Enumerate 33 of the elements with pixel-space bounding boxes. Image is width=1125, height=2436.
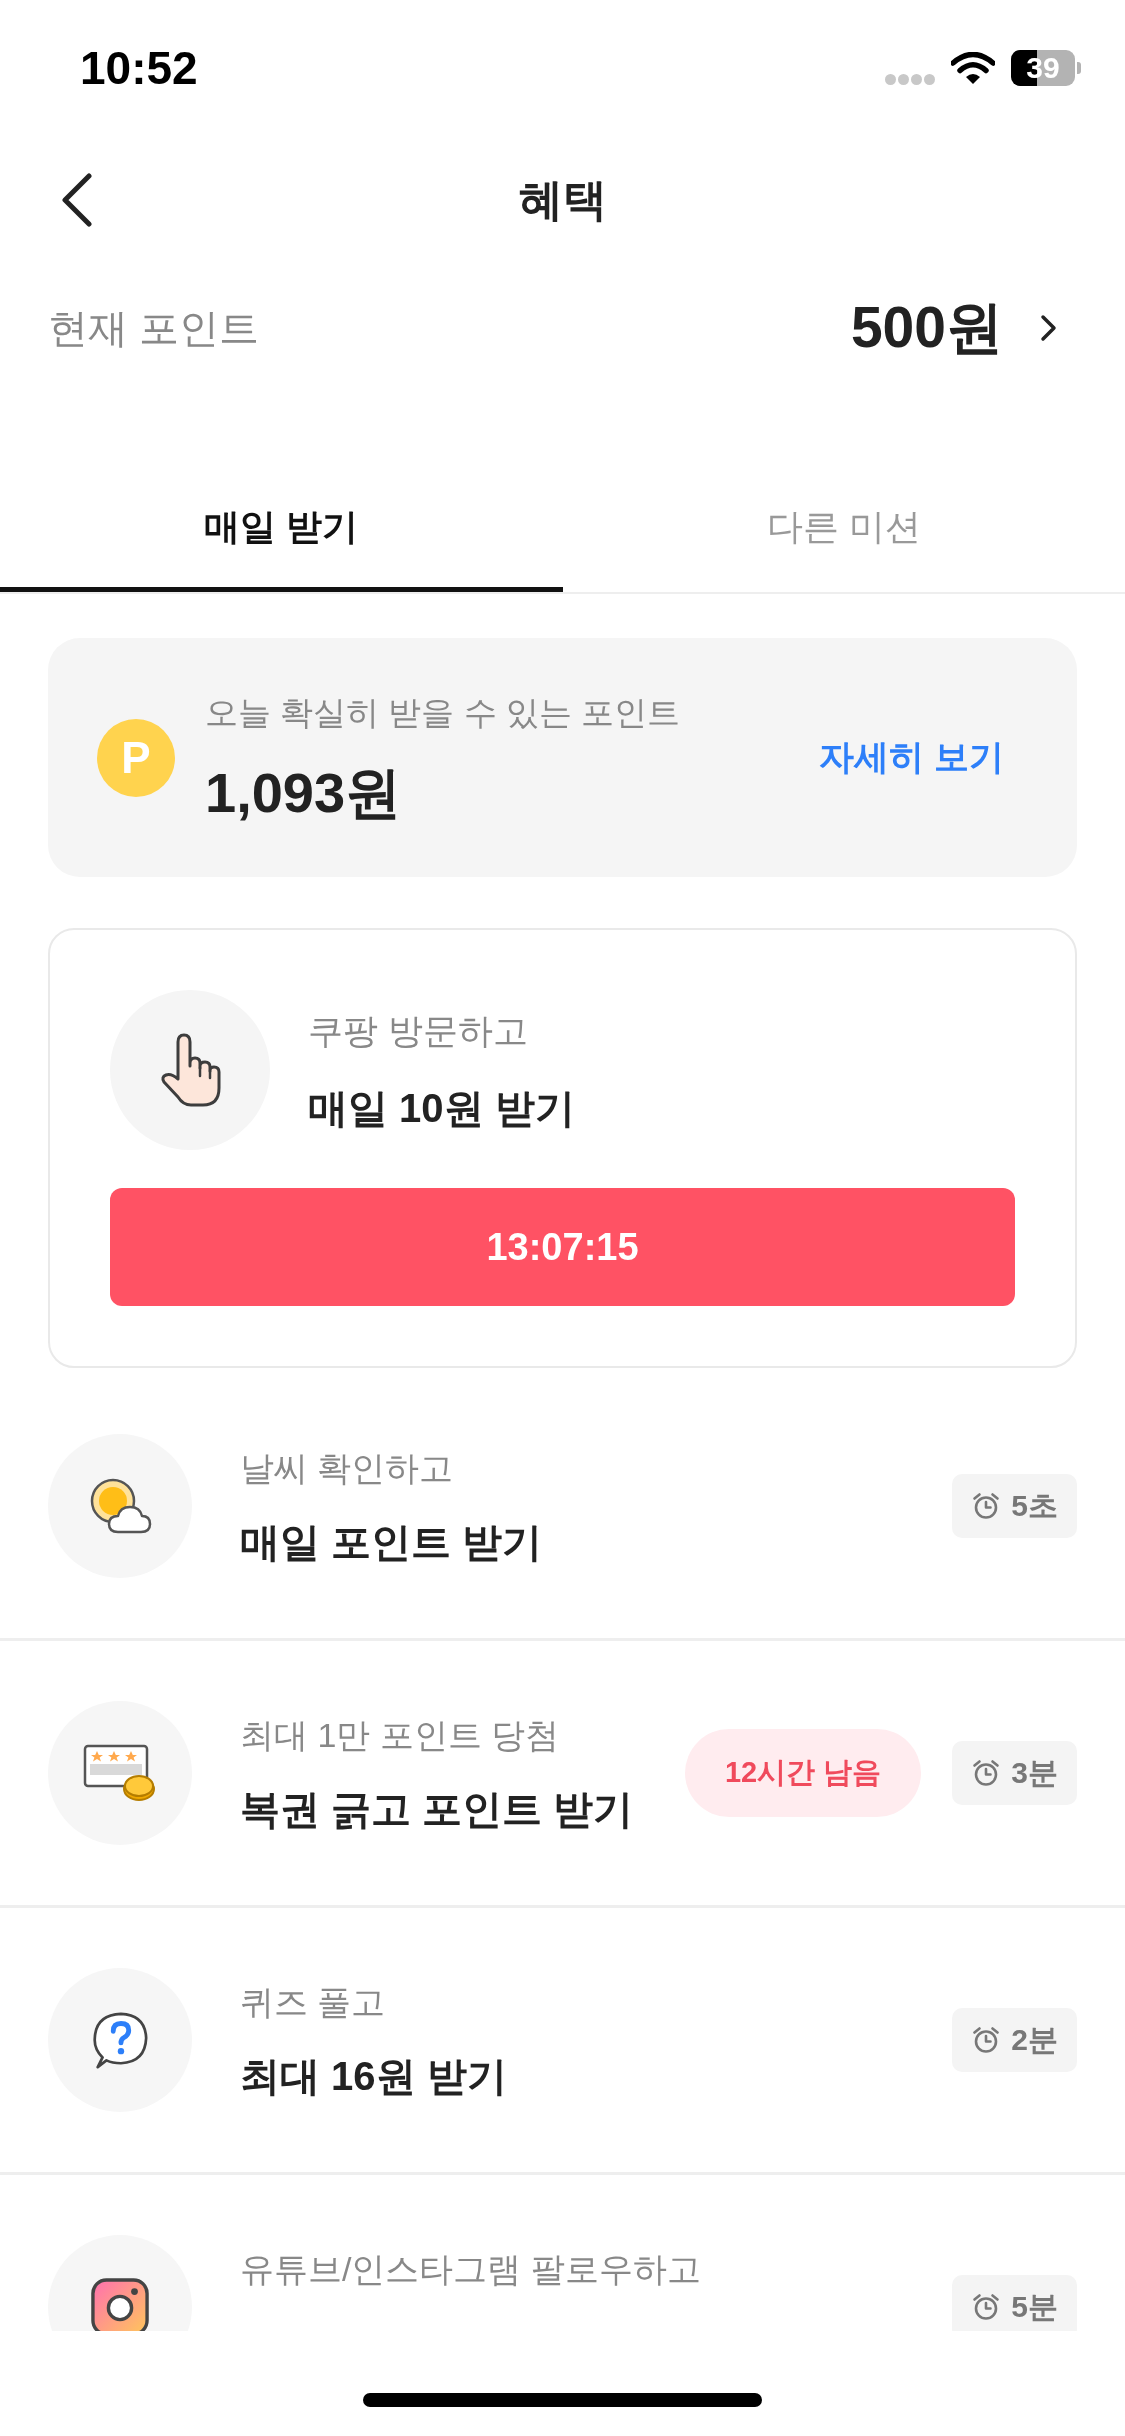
back-icon[interactable]	[61, 173, 92, 227]
duration-label: 2분	[1011, 2021, 1058, 2058]
status-time: 10:52	[80, 41, 198, 95]
time-left-badge: 12시간 남음	[685, 1729, 922, 1817]
details-link[interactable]: 자세히 보기	[819, 734, 1004, 781]
mission-title: 최대 16원 받기	[240, 2053, 507, 2100]
mission-subtitle: 날씨 확인하고	[240, 1448, 454, 1489]
cellular-signal-icon	[885, 73, 935, 85]
duration-label: 5분	[1011, 2288, 1058, 2325]
tab[interactable]: 매일 받기	[0, 462, 563, 592]
mission-title: 복권 긁고 포인트 받기	[240, 1786, 634, 1833]
mission-title: 매일 포인트 받기	[240, 1519, 543, 1566]
duration-label: 5초	[1011, 1487, 1058, 1524]
chevron-right-icon[interactable]	[1040, 314, 1057, 342]
timer-button[interactable]: 13:07:15	[110, 1188, 1015, 1306]
wifi-icon	[951, 52, 995, 84]
alarm-clock-icon	[972, 1759, 1001, 1787]
mission-subtitle: 최대 1만 포인트 당첨	[240, 1715, 560, 1756]
point-coin: P	[97, 718, 175, 797]
mission-subtitle: 유튜브/인스타그램 팔로우하고	[240, 2249, 701, 2290]
tab[interactable]: 다른 미션	[562, 462, 1125, 592]
points-value: 500원	[850, 293, 1003, 361]
duration-label: 3분	[1011, 1754, 1058, 1791]
alarm-clock-icon	[972, 1492, 1001, 1520]
visit-title: 매일 10원 받기	[308, 1084, 575, 1132]
summary-amount: 1,093원	[205, 759, 402, 826]
page-title: 혜택	[518, 173, 607, 226]
alarm-clock-icon	[972, 2026, 1001, 2054]
alarm-clock-icon	[972, 2293, 1001, 2321]
visit-subtitle: 쿠팡 방문하고	[308, 1009, 528, 1052]
summary-label: 오늘 확실히 받을 수 있는 포인트	[205, 692, 680, 733]
mission-subtitle: 퀴즈 풀고	[240, 1982, 386, 2023]
points-label: 현재 포인트	[48, 304, 260, 352]
